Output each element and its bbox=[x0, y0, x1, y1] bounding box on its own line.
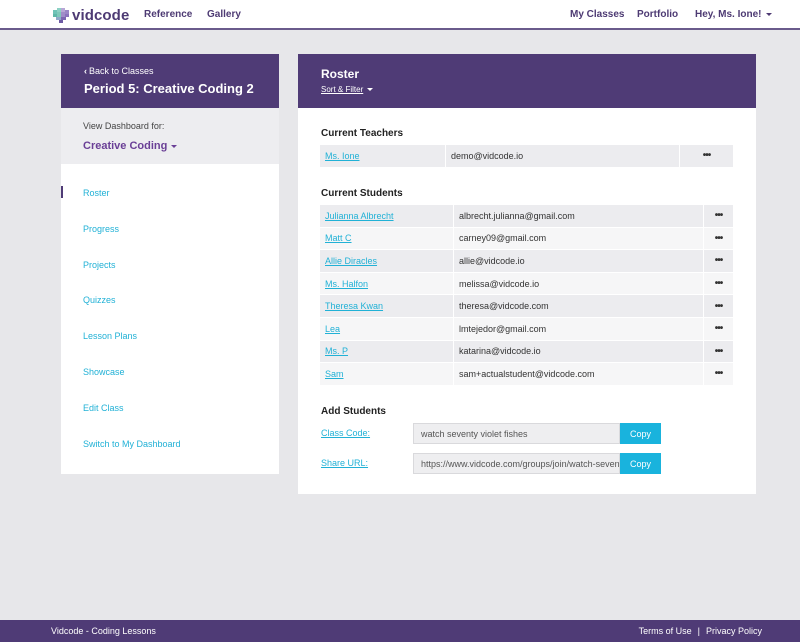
heart-pixel-icon bbox=[53, 7, 69, 23]
teacher-name-link[interactable]: Ms. Ione bbox=[320, 145, 446, 167]
student-name-link[interactable]: Theresa Kwan bbox=[320, 295, 454, 317]
more-options-button[interactable]: ••• bbox=[704, 273, 733, 295]
footer: Vidcode - Coding Lessons Terms of Use | … bbox=[0, 620, 800, 642]
student-name-link[interactable]: Sam bbox=[320, 363, 454, 385]
table-row: Ms. Ione demo@vidcode.io ••• bbox=[320, 145, 733, 168]
sidebar-item-projects[interactable]: Projects bbox=[61, 260, 279, 296]
teachers-heading: Current Teachers bbox=[321, 128, 404, 139]
sidebar-item-showcase[interactable]: Showcase bbox=[61, 367, 279, 403]
student-email: sam+actualstudent@vidcode.com bbox=[454, 363, 704, 385]
dashboard-selector: View Dashboard for: Creative Coding bbox=[61, 108, 279, 164]
footer-separator: | bbox=[697, 626, 700, 636]
table-row: Ms. P katarina@vidcode.io ••• bbox=[320, 340, 733, 364]
sidebar-item-progress[interactable]: Progress bbox=[61, 224, 279, 260]
terms-of-use-link[interactable]: Terms of Use bbox=[639, 626, 692, 636]
table-row: Julianna Albrecht albrecht.julianna@gmai… bbox=[320, 205, 733, 228]
copy-class-code-button[interactable]: Copy bbox=[620, 423, 661, 444]
caret-down-icon bbox=[171, 144, 178, 148]
roster-panel: Roster Sort & Filter Current Teachers Ms… bbox=[298, 54, 756, 494]
more-options-button[interactable]: ••• bbox=[704, 295, 733, 317]
logo-text: vidcode bbox=[72, 6, 130, 24]
student-email: carney09@gmail.com bbox=[454, 227, 704, 250]
caret-down-icon bbox=[765, 12, 772, 16]
footer-brand[interactable]: Vidcode - Coding Lessons bbox=[51, 626, 156, 636]
sidebar-item-lesson-plans[interactable]: Lesson Plans bbox=[61, 331, 279, 367]
more-options-button[interactable]: ••• bbox=[680, 145, 733, 167]
more-options-button[interactable]: ••• bbox=[704, 318, 733, 340]
back-to-classes-label: Back to Classes bbox=[89, 66, 154, 76]
nav-link-reference[interactable]: Reference bbox=[144, 9, 192, 20]
table-row: Allie Diracles allie@vidcode.io ••• bbox=[320, 250, 733, 273]
dashboard-dropdown-value: Creative Coding bbox=[83, 140, 168, 152]
class-code-label[interactable]: Class Code: bbox=[321, 428, 370, 438]
page-title: Roster bbox=[321, 67, 360, 81]
dashboard-label: View Dashboard for: bbox=[83, 121, 165, 131]
more-options-button[interactable]: ••• bbox=[704, 363, 733, 385]
nav-link-gallery[interactable]: Gallery bbox=[207, 9, 241, 20]
students-heading: Current Students bbox=[321, 188, 403, 199]
more-options-button[interactable]: ••• bbox=[704, 250, 733, 272]
sidebar-item-switch-dashboard[interactable]: Switch to My Dashboard bbox=[61, 439, 279, 475]
student-name-link[interactable]: Matt C bbox=[320, 227, 454, 250]
table-row: Ms. Halfon melissa@vidcode.io ••• bbox=[320, 272, 733, 296]
student-email: albrecht.julianna@gmail.com bbox=[454, 205, 704, 227]
student-email: melissa@vidcode.io bbox=[454, 272, 704, 295]
student-name-link[interactable]: Julianna Albrecht bbox=[320, 205, 454, 227]
privacy-policy-link[interactable]: Privacy Policy bbox=[706, 626, 762, 636]
caret-down-icon bbox=[367, 88, 374, 91]
student-email: lmtejedor@gmail.com bbox=[454, 317, 704, 340]
user-menu-label: Hey, Ms. Ione! bbox=[695, 9, 762, 20]
sidebar-item-roster[interactable]: Roster bbox=[61, 186, 279, 224]
sort-filter-dropdown[interactable]: Sort & Filter bbox=[321, 85, 756, 94]
nav-link-my-classes[interactable]: My Classes bbox=[570, 9, 624, 20]
more-options-button[interactable]: ••• bbox=[704, 205, 733, 227]
vidcode-logo[interactable]: vidcode bbox=[53, 6, 129, 24]
sidebar-header: ‹ Back to Classes Period 5: Creative Cod… bbox=[61, 54, 279, 108]
table-row: Lea lmtejedor@gmail.com ••• bbox=[320, 317, 733, 341]
table-row: Matt C carney09@gmail.com ••• bbox=[320, 227, 733, 251]
student-email: katarina@vidcode.io bbox=[454, 340, 704, 363]
class-code-field[interactable]: watch seventy violet fishes bbox=[413, 423, 620, 444]
sort-filter-label: Sort & Filter bbox=[321, 85, 364, 94]
sidebar-nav: Roster Progress Projects Quizzes Lesson … bbox=[61, 164, 279, 474]
student-name-link[interactable]: Allie Diracles bbox=[320, 250, 454, 272]
nav-link-portfolio[interactable]: Portfolio bbox=[637, 9, 678, 20]
students-table: Julianna Albrecht albrecht.julianna@gmai… bbox=[320, 205, 733, 386]
chevron-left-icon: ‹ bbox=[84, 66, 87, 76]
student-name-link[interactable]: Lea bbox=[320, 317, 454, 340]
teachers-table: Ms. Ione demo@vidcode.io ••• bbox=[320, 145, 733, 168]
class-title: Period 5: Creative Coding 2 bbox=[84, 81, 254, 96]
more-options-button[interactable]: ••• bbox=[704, 341, 733, 363]
share-url-field[interactable]: https://www.vidcode.com/groups/join/watc… bbox=[413, 453, 620, 474]
roster-header: Roster Sort & Filter bbox=[298, 54, 756, 108]
add-students-heading: Add Students bbox=[321, 406, 386, 417]
footer-links: Terms of Use | Privacy Policy bbox=[639, 626, 762, 636]
student-name-link[interactable]: Ms. Halfon bbox=[320, 272, 454, 295]
table-row: Theresa Kwan theresa@vidcode.com ••• bbox=[320, 295, 733, 318]
sidebar-item-quizzes[interactable]: Quizzes bbox=[61, 295, 279, 331]
dashboard-dropdown[interactable]: Creative Coding bbox=[83, 140, 279, 152]
share-url-label[interactable]: Share URL: bbox=[321, 458, 368, 468]
sidebar-item-edit-class[interactable]: Edit Class bbox=[61, 403, 279, 439]
user-menu[interactable]: Hey, Ms. Ione! bbox=[695, 9, 772, 20]
copy-share-url-button[interactable]: Copy bbox=[620, 453, 661, 474]
student-name-link[interactable]: Ms. P bbox=[320, 340, 454, 363]
top-nav: vidcode Reference Gallery My Classes Por… bbox=[0, 0, 800, 30]
student-email: theresa@vidcode.com bbox=[454, 295, 704, 317]
teacher-email: demo@vidcode.io bbox=[446, 145, 680, 167]
student-email: allie@vidcode.io bbox=[454, 250, 704, 272]
table-row: Sam sam+actualstudent@vidcode.com ••• bbox=[320, 363, 733, 386]
more-options-button[interactable]: ••• bbox=[704, 228, 733, 250]
sidebar: ‹ Back to Classes Period 5: Creative Cod… bbox=[61, 54, 279, 474]
back-to-classes-link[interactable]: ‹ Back to Classes bbox=[84, 66, 279, 76]
